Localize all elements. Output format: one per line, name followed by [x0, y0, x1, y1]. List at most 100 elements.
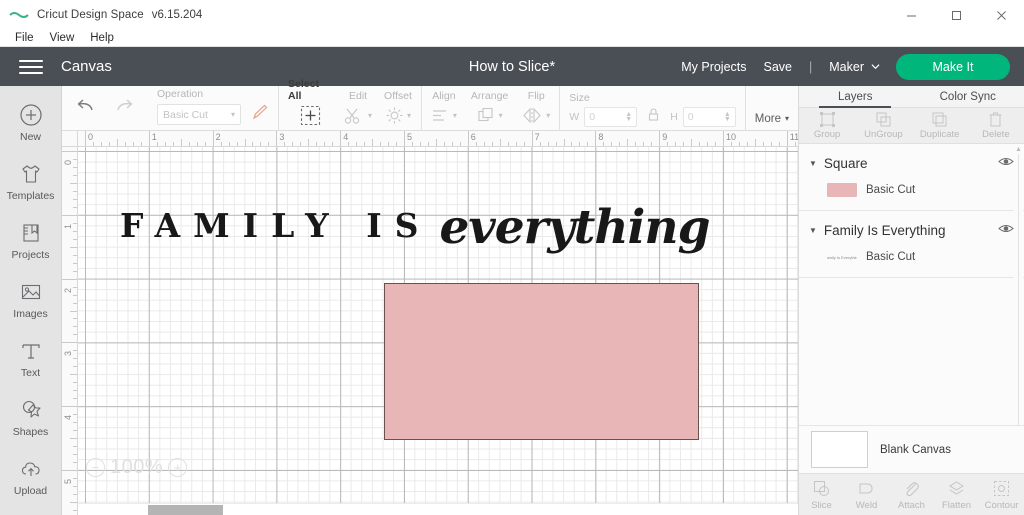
ruler-tick-minor: [100, 142, 102, 146]
ruler-tick-minor: [73, 198, 77, 200]
caret-down-icon[interactable]: ▼: [809, 159, 817, 168]
more-button[interactable]: More ▾: [755, 113, 789, 131]
operation-select[interactable]: Basic Cut ▾: [157, 104, 241, 125]
layer-header[interactable]: ▼ Family Is Everything: [799, 219, 1024, 241]
layer-text-thumbnail: Family Is Everything: [827, 254, 857, 260]
menu-item-file[interactable]: File: [7, 30, 42, 47]
sidebar-item-new[interactable]: New: [0, 93, 62, 152]
minimize-button[interactable]: [889, 0, 934, 30]
menu-item-view[interactable]: View: [42, 30, 83, 47]
ruler-tick-minor: [196, 142, 198, 146]
sidebar-item-text[interactable]: Text: [0, 329, 62, 388]
sidebar-item-upload[interactable]: Upload: [0, 447, 62, 506]
ruler-tick-major: [212, 131, 214, 146]
ruler-tick-minor: [73, 509, 77, 511]
scrollbar-thumb[interactable]: [148, 505, 223, 515]
sidebar-item-templates[interactable]: Templates: [0, 152, 62, 211]
layer-header[interactable]: ▼ Square: [799, 152, 1024, 174]
flatten-button[interactable]: Flatten: [934, 479, 979, 511]
chevron-down-icon: [871, 64, 880, 70]
zoom-out-icon[interactable]: −: [86, 458, 105, 477]
duplicate-button[interactable]: Duplicate: [912, 111, 968, 140]
ruler-tick-minor: [515, 142, 517, 146]
ruler-tick-minor: [643, 142, 645, 146]
group-button[interactable]: Group: [799, 111, 855, 140]
offset-sun-icon[interactable]: ▾: [385, 105, 411, 127]
eye-visible-icon[interactable]: [998, 154, 1014, 172]
flip-horizontal-icon[interactable]: ▾: [522, 105, 550, 127]
height-input[interactable]: 0 ▲ ▼: [682, 106, 736, 127]
ruler-tick-minor: [675, 142, 677, 146]
attach-button[interactable]: Attach: [889, 479, 934, 511]
ruler-tick-minor: [603, 142, 605, 146]
horizontal-scrollbar[interactable]: [78, 503, 798, 515]
arrange-layers-icon[interactable]: ▾: [477, 105, 503, 127]
save-button[interactable]: Save: [764, 60, 793, 74]
ungroup-button[interactable]: UnGroup: [855, 111, 911, 140]
contour-button[interactable]: Contour: [979, 479, 1024, 511]
layer-actions-bar: Group UnGroup Duplicate Delete: [799, 108, 1024, 144]
plus-circle-icon: [18, 102, 44, 128]
zoom-in-icon[interactable]: +: [168, 458, 188, 477]
eye-visible-icon[interactable]: [998, 221, 1014, 239]
sidebar-item-label: Upload: [13, 485, 48, 497]
ruler-tick-minor: [475, 142, 477, 146]
select-all-box-icon[interactable]: [300, 105, 321, 127]
layers-scrollbar[interactable]: ▲: [1014, 144, 1023, 444]
width-stepper[interactable]: ▲ ▼: [625, 111, 632, 123]
tshirt-icon: [18, 161, 44, 187]
canvas-color-swatch[interactable]: [811, 431, 868, 468]
slice-label: Slice: [811, 499, 832, 511]
ruler-tick-minor: [228, 142, 230, 146]
layer-group-square[interactable]: ▼ Square Basic Cut: [799, 144, 1024, 211]
layers-list[interactable]: ▼ Square Basic Cut ▼ Family Is Everythin…: [799, 144, 1024, 444]
layer-child-basic-cut[interactable]: Family Is Everything Basic Cut: [799, 241, 1024, 267]
ruler-tick-minor: [770, 142, 772, 146]
layer-group-family-is-everything[interactable]: ▼ Family Is Everything Family Is Everyth…: [799, 211, 1024, 278]
sidebar-item-shapes[interactable]: Shapes: [0, 388, 62, 447]
ruler-tick-minor: [715, 142, 717, 146]
lock-aspect-ratio[interactable]: [642, 107, 665, 126]
ruler-tick-major: [595, 131, 597, 146]
sidebar-item-projects[interactable]: Projects: [0, 211, 62, 270]
tab-layers[interactable]: Layers: [799, 86, 912, 108]
ruler-tick-minor: [260, 142, 262, 146]
align-left-icon[interactable]: ▾: [431, 105, 457, 127]
redo-arrow-icon[interactable]: [113, 97, 134, 119]
scroll-up-arrow-icon[interactable]: ▲: [1014, 146, 1023, 153]
scissors-icon[interactable]: ▾: [344, 105, 372, 127]
ruler-label: 3: [279, 132, 285, 142]
artwork-family-is-everything[interactable]: FAMILY IS everything: [120, 185, 720, 265]
caret-down-icon[interactable]: ▼: [809, 226, 817, 235]
canvas-area[interactable]: FAMILY IS everything 0 1 2 3 4 5 6 7 8 9 10 11 0 1 2 3…: [62, 131, 798, 515]
hamburger-menu-icon[interactable]: [19, 58, 43, 76]
ruler-tick-minor: [73, 222, 77, 224]
tab-color-sync[interactable]: Color Sync: [912, 86, 1024, 108]
delete-button[interactable]: Delete: [968, 111, 1024, 140]
ruler-tick-minor: [156, 142, 158, 146]
make-it-button[interactable]: Make It: [896, 53, 1010, 80]
maximize-button[interactable]: [934, 0, 979, 30]
undo-arrow-icon[interactable]: [76, 97, 97, 119]
layer-child-basic-cut[interactable]: Basic Cut: [799, 174, 1024, 200]
pencil-color-icon[interactable]: [250, 103, 269, 127]
menu-bar: File View Help: [0, 30, 1024, 47]
canvas-background-label: Blank Canvas: [880, 443, 951, 456]
close-button[interactable]: [979, 0, 1024, 30]
menu-item-help[interactable]: Help: [82, 30, 122, 47]
ruler-label: 6: [470, 132, 476, 142]
ruler-tick-minor: [284, 142, 286, 146]
operation-group: Operation Basic Cut ▾: [148, 85, 279, 131]
ruler-tick-minor: [332, 142, 334, 146]
my-projects-link[interactable]: My Projects: [681, 60, 746, 74]
slice-button[interactable]: Slice: [799, 479, 844, 511]
canvas-background-row[interactable]: Blank Canvas: [799, 425, 1024, 473]
machine-selector[interactable]: Maker: [829, 60, 880, 74]
sidebar-item-images[interactable]: Images: [0, 270, 62, 329]
height-stepper[interactable]: ▲ ▼: [724, 111, 731, 123]
artwork-square-shape[interactable]: [384, 283, 699, 440]
ruler-horizontal: 0 1 2 3 4 5 6 7 8 9 10 11: [62, 131, 798, 147]
width-input[interactable]: 0 ▲ ▼: [584, 106, 638, 127]
weld-button[interactable]: Weld: [844, 479, 889, 511]
chevron-down-icon: ▾: [230, 110, 235, 119]
